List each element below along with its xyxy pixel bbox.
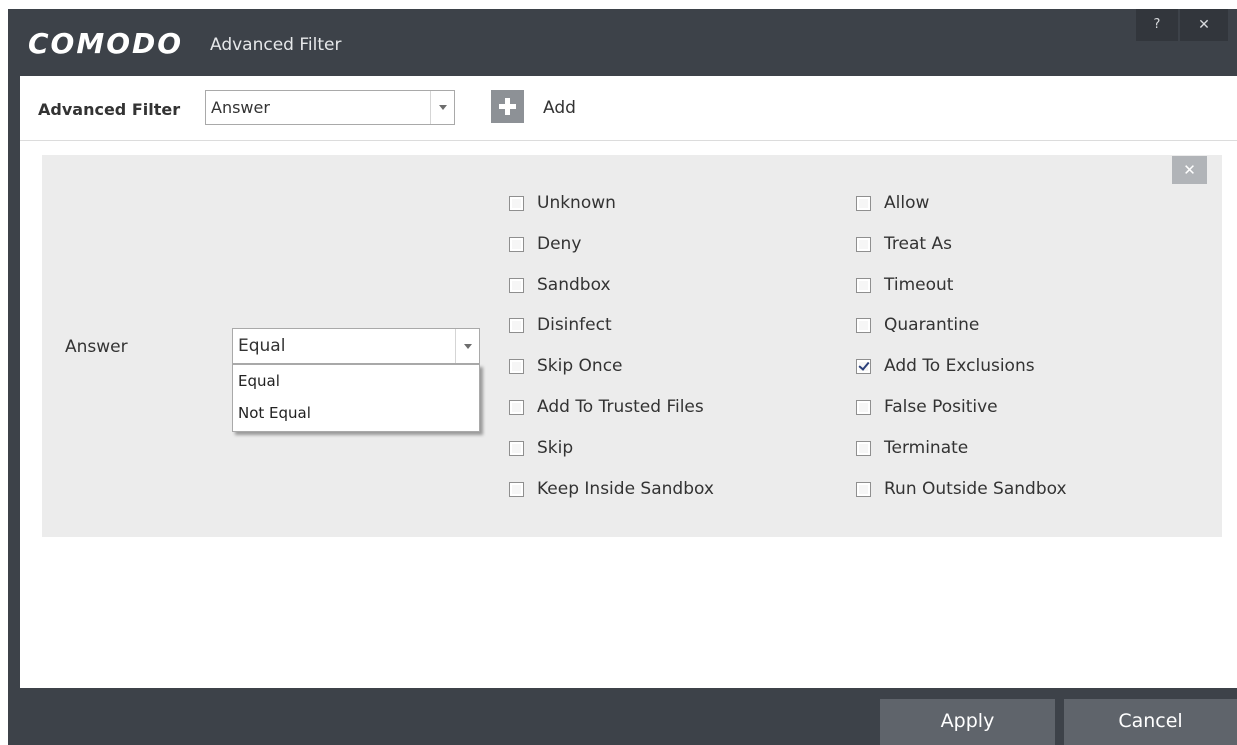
filter-type-select[interactable]: Answer — [205, 90, 455, 125]
checkbox-unchecked[interactable] — [856, 278, 871, 293]
checkbox-unchecked[interactable] — [856, 237, 871, 252]
content-area: Advanced Filter Answer Add ✕ Answer Equa… — [20, 76, 1237, 688]
checkbox-label: Treat As — [884, 234, 952, 254]
checkbox-unchecked[interactable] — [509, 196, 524, 211]
help-button[interactable]: ? — [1136, 9, 1178, 41]
checkbox-label: Allow — [884, 193, 930, 213]
field-label: Answer — [65, 337, 128, 357]
checkbox-label: Add To Trusted Files — [537, 397, 704, 417]
add-filter-button[interactable] — [491, 90, 524, 123]
checkbox-label: Skip Once — [537, 356, 623, 376]
window-title: Advanced Filter — [210, 35, 342, 55]
chevron-down-icon — [464, 344, 472, 349]
filter-type-value: Answer — [211, 98, 270, 117]
checkbox-label: Skip — [537, 438, 574, 458]
checkbox-unchecked[interactable] — [856, 441, 871, 456]
remove-filter-button[interactable]: ✕ — [1172, 156, 1207, 184]
checkbox-unchecked[interactable] — [509, 400, 524, 415]
condition-select[interactable]: Equal — [232, 328, 480, 364]
checkbox-unchecked[interactable] — [509, 278, 524, 293]
advanced-filter-window: COMODO Advanced Filter ? ✕ Advanced Filt… — [8, 9, 1237, 745]
dropdown-option-equal[interactable]: Equal — [238, 372, 280, 390]
filter-toolbar: Advanced Filter Answer Add — [20, 76, 1237, 141]
checkbox-label: Disinfect — [537, 315, 612, 335]
title-bar: COMODO Advanced Filter ? ✕ — [8, 9, 1237, 76]
checkbox-unchecked[interactable] — [509, 359, 524, 374]
checkbox-label: Terminate — [884, 438, 969, 458]
checkbox-unchecked[interactable] — [856, 400, 871, 415]
footer-bar: Apply Cancel — [8, 688, 1237, 745]
checkbox-unchecked[interactable] — [509, 237, 524, 252]
close-window-button[interactable]: ✕ — [1180, 9, 1228, 41]
condition-dropdown-button[interactable] — [455, 329, 479, 363]
checkbox-label: Add To Exclusions — [884, 356, 1035, 376]
checkbox-unchecked[interactable] — [856, 318, 871, 333]
checkbox-unchecked[interactable] — [509, 318, 524, 333]
checkbox-label: Keep Inside Sandbox — [537, 479, 714, 499]
checkbox-unchecked[interactable] — [509, 441, 524, 456]
add-filter-label[interactable]: Add — [543, 98, 576, 118]
checkbox-unchecked[interactable] — [509, 482, 524, 497]
condition-dropdown-list: Equal Not Equal — [232, 364, 480, 432]
chevron-down-icon — [439, 105, 447, 110]
checkbox-unchecked[interactable] — [856, 482, 871, 497]
checkbox-label: False Positive — [884, 397, 998, 417]
dropdown-option-not-equal[interactable]: Not Equal — [238, 404, 311, 422]
filter-type-dropdown-button[interactable] — [430, 91, 454, 124]
checkbox-label: Deny — [537, 234, 582, 254]
apply-button[interactable]: Apply — [880, 699, 1055, 745]
checkbox-label: Run Outside Sandbox — [884, 479, 1067, 499]
checkbox-label: Sandbox — [537, 275, 611, 295]
condition-value: Equal — [238, 336, 286, 356]
comodo-logo: COMODO — [28, 27, 184, 60]
checkbox-label: Quarantine — [884, 315, 980, 335]
checkbox-label: Timeout — [884, 275, 954, 295]
checkbox-unchecked[interactable] — [856, 196, 871, 211]
checkbox-label: Unknown — [537, 193, 616, 213]
cancel-button[interactable]: Cancel — [1064, 699, 1237, 745]
advanced-filter-label: Advanced Filter — [38, 100, 181, 119]
filter-condition-panel: ✕ Answer Equal Equal Not Equal Unknown De… — [42, 155, 1222, 537]
checkbox-checked[interactable] — [856, 359, 871, 374]
